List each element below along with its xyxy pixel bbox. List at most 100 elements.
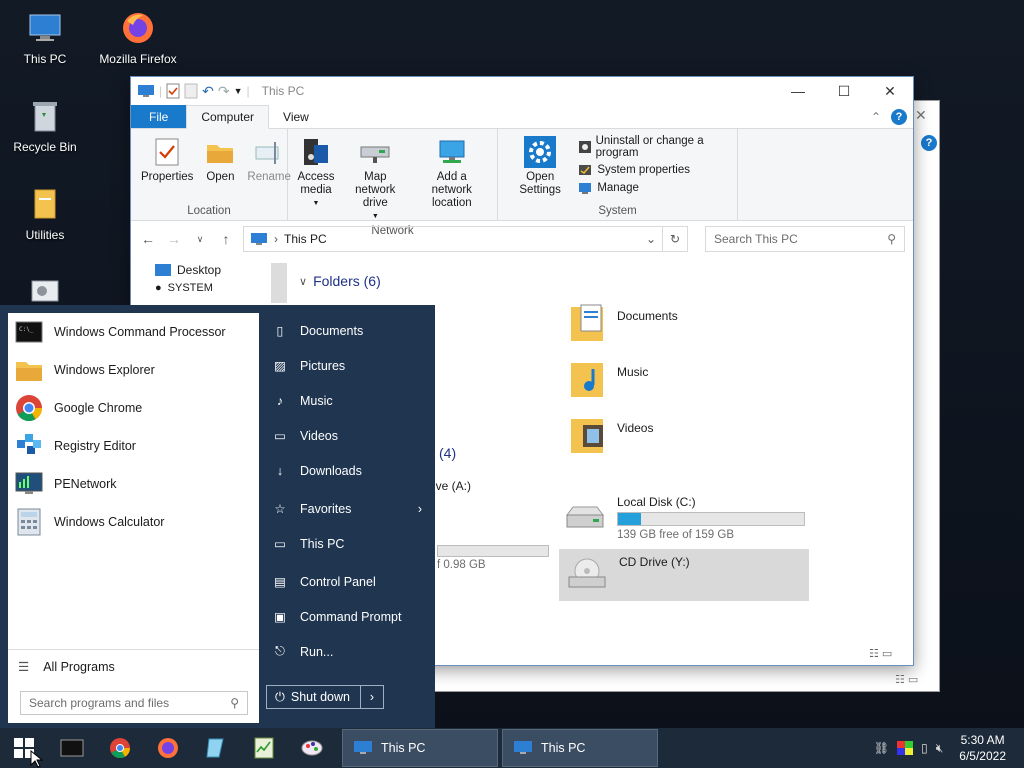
manage-button[interactable]: Manage: [578, 181, 731, 195]
computer-icon: [514, 741, 532, 754]
start-link-command-prompt[interactable]: ▣ Command Prompt: [266, 599, 430, 634]
recent-locations-icon[interactable]: ∨: [191, 234, 209, 245]
taskbar-firefox[interactable]: [144, 728, 192, 768]
start-link-downloads[interactable]: ↓ Downloads: [266, 453, 430, 488]
folders-section-header[interactable]: ∨ Folders (6): [299, 273, 381, 289]
help-icon[interactable]: ?: [891, 108, 907, 125]
program-command-processor[interactable]: C:\_ Windows Command Processor: [8, 313, 259, 351]
drive-floppy-partial[interactable]: rive (A:): [429, 479, 471, 493]
start-link-favorites[interactable]: ☆ Favorites ›: [266, 491, 430, 526]
network-tray-icon[interactable]: ⛓: [874, 741, 889, 755]
nav-item-system[interactable]: ● SYSTEM: [131, 281, 287, 295]
start-link-control-panel[interactable]: ▤ Control Panel: [266, 564, 430, 599]
desktop-icon-recycle-bin[interactable]: Recycle Bin: [0, 96, 90, 154]
taskbar-task-this-pc-2[interactable]: This PC: [502, 729, 658, 767]
chevron-down-icon[interactable]: ⌄: [646, 232, 656, 246]
desktop-icon-firefox[interactable]: Mozilla Firefox: [93, 8, 183, 66]
refresh-button[interactable]: ↻: [662, 226, 688, 252]
uninstall-program-button[interactable]: Uninstall or change a program: [578, 135, 731, 159]
display-tray-icon[interactable]: [897, 741, 914, 755]
ribbon-group-location: Properties Open Rename Location: [131, 129, 291, 220]
help-icon[interactable]: ?: [921, 135, 937, 151]
chrome-icon: [14, 393, 44, 423]
program-penetwork[interactable]: PENetwork: [8, 465, 259, 503]
add-network-location-button[interactable]: Add a network location: [413, 133, 491, 225]
program-windows-calculator[interactable]: Windows Calculator: [8, 503, 259, 541]
address-field[interactable]: › This PC ⌄: [243, 226, 663, 252]
shutdown-options-button[interactable]: ›: [361, 690, 383, 704]
nav-item-desktop[interactable]: Desktop: [131, 259, 287, 281]
network-drive-icon: [358, 135, 392, 169]
start-search-input[interactable]: Search programs and files ⚲: [20, 691, 248, 715]
collapse-ribbon-icon[interactable]: ⌃: [871, 110, 881, 124]
shutdown-button[interactable]: ⏻ Shut down: [267, 686, 361, 708]
system-properties-button[interactable]: System properties: [578, 163, 731, 177]
program-registry-editor[interactable]: Registry Editor: [8, 427, 259, 465]
folder-documents[interactable]: Documents: [569, 301, 678, 345]
program-google-chrome[interactable]: Google Chrome: [8, 389, 259, 427]
breadcrumb[interactable]: This PC: [284, 232, 327, 246]
properties-check-icon[interactable]: [166, 83, 180, 99]
taskbar-notepad[interactable]: [192, 728, 240, 768]
view-toggle-icons[interactable]: ☷ ▭: [869, 647, 892, 660]
minimize-button[interactable]: —: [775, 77, 821, 105]
computer-icon: ▭: [274, 537, 286, 551]
start-link-this-pc[interactable]: ▭ This PC: [266, 526, 430, 561]
clock[interactable]: 5:30 AM 6/5/2022: [959, 732, 1006, 764]
status-view-icons[interactable]: ☷ ▭: [895, 673, 918, 686]
drive-local-disk[interactable]: Local Disk (C:) 139 GB free of 159 GB: [563, 495, 805, 541]
redo-icon[interactable]: ↷: [218, 83, 230, 100]
access-media-button[interactable]: Access media ▼: [294, 133, 338, 225]
properties-label: Properties: [141, 171, 194, 183]
computer-icon: [354, 741, 372, 754]
taskbar-task-this-pc[interactable]: This PC: [342, 729, 498, 767]
tab-file[interactable]: File: [131, 105, 187, 128]
drive-cd-y[interactable]: CD Drive (Y:): [559, 549, 809, 601]
start-link-music[interactable]: ♪ Music: [266, 383, 430, 418]
taskbar-paint[interactable]: [288, 728, 336, 768]
taskbar-command-prompt[interactable]: [48, 728, 96, 768]
map-network-drive-button[interactable]: Map network drive ▼: [340, 133, 411, 225]
tab-computer[interactable]: Computer: [186, 105, 270, 129]
taskbar-task-manager[interactable]: [240, 728, 288, 768]
program-windows-explorer[interactable]: Windows Explorer: [8, 351, 259, 389]
start-link-videos[interactable]: ▭ Videos: [266, 418, 430, 453]
back-arrow-icon[interactable]: ←: [139, 231, 157, 247]
start-link-run[interactable]: ⎋ Run...: [266, 634, 430, 669]
breadcrumb-separator-icon: ›: [274, 232, 278, 246]
usb-tray-icon[interactable]: ▯: [921, 741, 928, 755]
folder-videos[interactable]: Videos: [569, 413, 653, 457]
close-button[interactable]: ✕: [867, 77, 913, 105]
start-link-documents[interactable]: ▯ Documents: [266, 313, 430, 348]
maximize-button[interactable]: ☐: [821, 77, 867, 105]
all-programs-button[interactable]: ☰ All Programs: [8, 649, 259, 683]
undo-icon[interactable]: ↶: [202, 83, 214, 100]
search-placeholder: Search programs and files: [29, 696, 170, 710]
start-link-pictures[interactable]: ▨ Pictures: [266, 348, 430, 383]
close-icon[interactable]: ✕: [915, 107, 927, 124]
computer-icon: [138, 85, 154, 97]
properties-button[interactable]: Properties: [137, 133, 197, 205]
up-arrow-icon[interactable]: ↑: [217, 231, 235, 247]
console-icon: ▣: [274, 610, 286, 624]
customize-toolbar-icon[interactable]: ▼: [234, 86, 243, 96]
forward-arrow-icon[interactable]: →: [165, 231, 183, 247]
disk-usage-fill: [618, 513, 642, 525]
open-button[interactable]: Open: [199, 133, 241, 205]
desktop-icon-utilities[interactable]: Utilities: [0, 184, 90, 242]
open-settings-button[interactable]: Open Settings: [504, 133, 576, 205]
folder-music[interactable]: Music: [569, 357, 648, 401]
search-input[interactable]: Search This PC ⚲: [705, 226, 905, 252]
all-programs-label: All Programs: [43, 659, 115, 674]
address-bar-row: ← → ∨ ↑ › This PC ⌄ ↻ Search This PC ⚲: [131, 221, 913, 257]
taskbar-chrome[interactable]: [96, 728, 144, 768]
volume-muted-icon[interactable]: 🔇︎: [936, 741, 944, 756]
nav-scrollbar[interactable]: [271, 263, 287, 303]
devices-section-header-partial[interactable]: (4): [439, 445, 456, 461]
desktop-icon-this-pc[interactable]: This PC: [0, 8, 90, 66]
new-folder-icon[interactable]: [184, 83, 198, 99]
tab-view[interactable]: View: [269, 105, 323, 128]
uninstall-label: Uninstall or change a program: [595, 135, 704, 159]
desktop-icon-label: This PC: [23, 52, 67, 66]
map-network-drive-label: Map network drive: [355, 171, 396, 209]
